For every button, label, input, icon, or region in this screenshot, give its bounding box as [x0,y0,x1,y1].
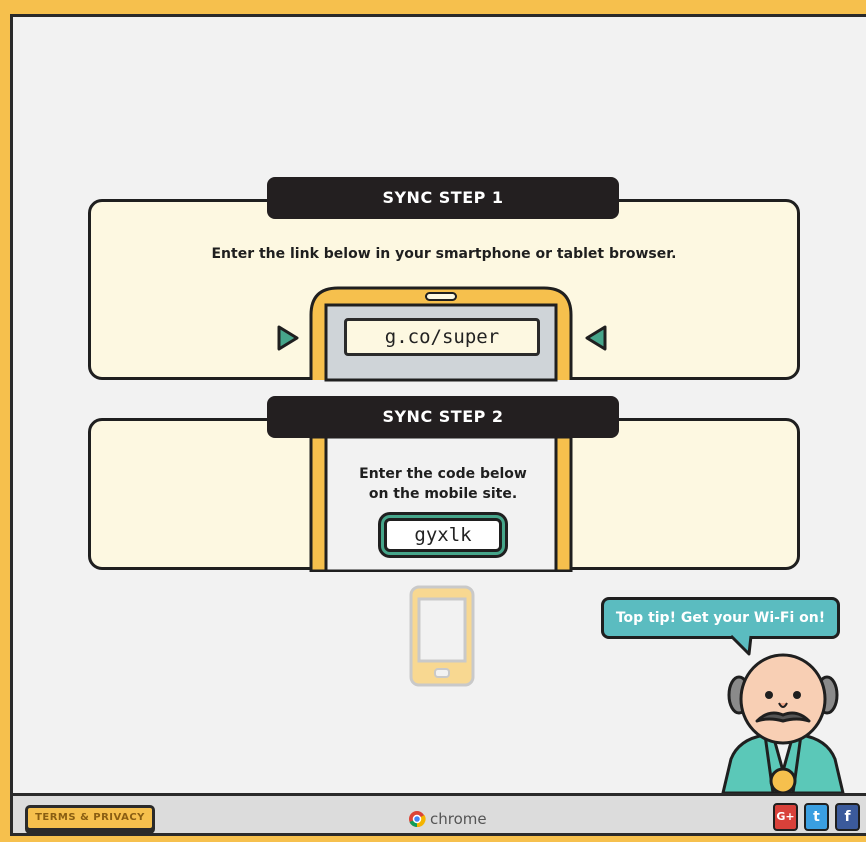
step-1-instruction: Enter the link below in your smartphone … [211,246,677,262]
chrome-label: chrome [430,810,487,828]
facebook-button[interactable]: f [835,803,860,831]
chrome-brand: chrome [408,808,487,830]
footer-bar: TERMS & PRIVACY chrome G+ t f [13,793,866,833]
mascot-character [721,653,845,793]
code-field: gyxlk [384,518,502,552]
tip-bubble: Top tip! Get your Wi-Fi on! [601,597,840,639]
left-arrow-icon [585,325,607,351]
right-arrow-icon [277,325,299,351]
google-plus-button[interactable]: G+ [773,803,798,831]
sync-step-2-banner: SYNC STEP 2 [267,396,619,438]
link-field: g.co/super [344,318,540,356]
terms-privacy-button[interactable]: TERMS & PRIVACY [25,805,155,831]
chrome-logo-icon [409,811,426,828]
step-2-instruction-line-1: Enter the code below [359,466,527,482]
step-2-instruction-line-2: on the mobile site. [368,486,518,502]
twitter-button[interactable]: t [804,803,829,831]
main-frame: SYNC STEP 1 Enter the link below in your… [10,14,866,836]
smartphone-icon [409,585,475,687]
sync-step-1-banner: SYNC STEP 1 [267,177,619,219]
